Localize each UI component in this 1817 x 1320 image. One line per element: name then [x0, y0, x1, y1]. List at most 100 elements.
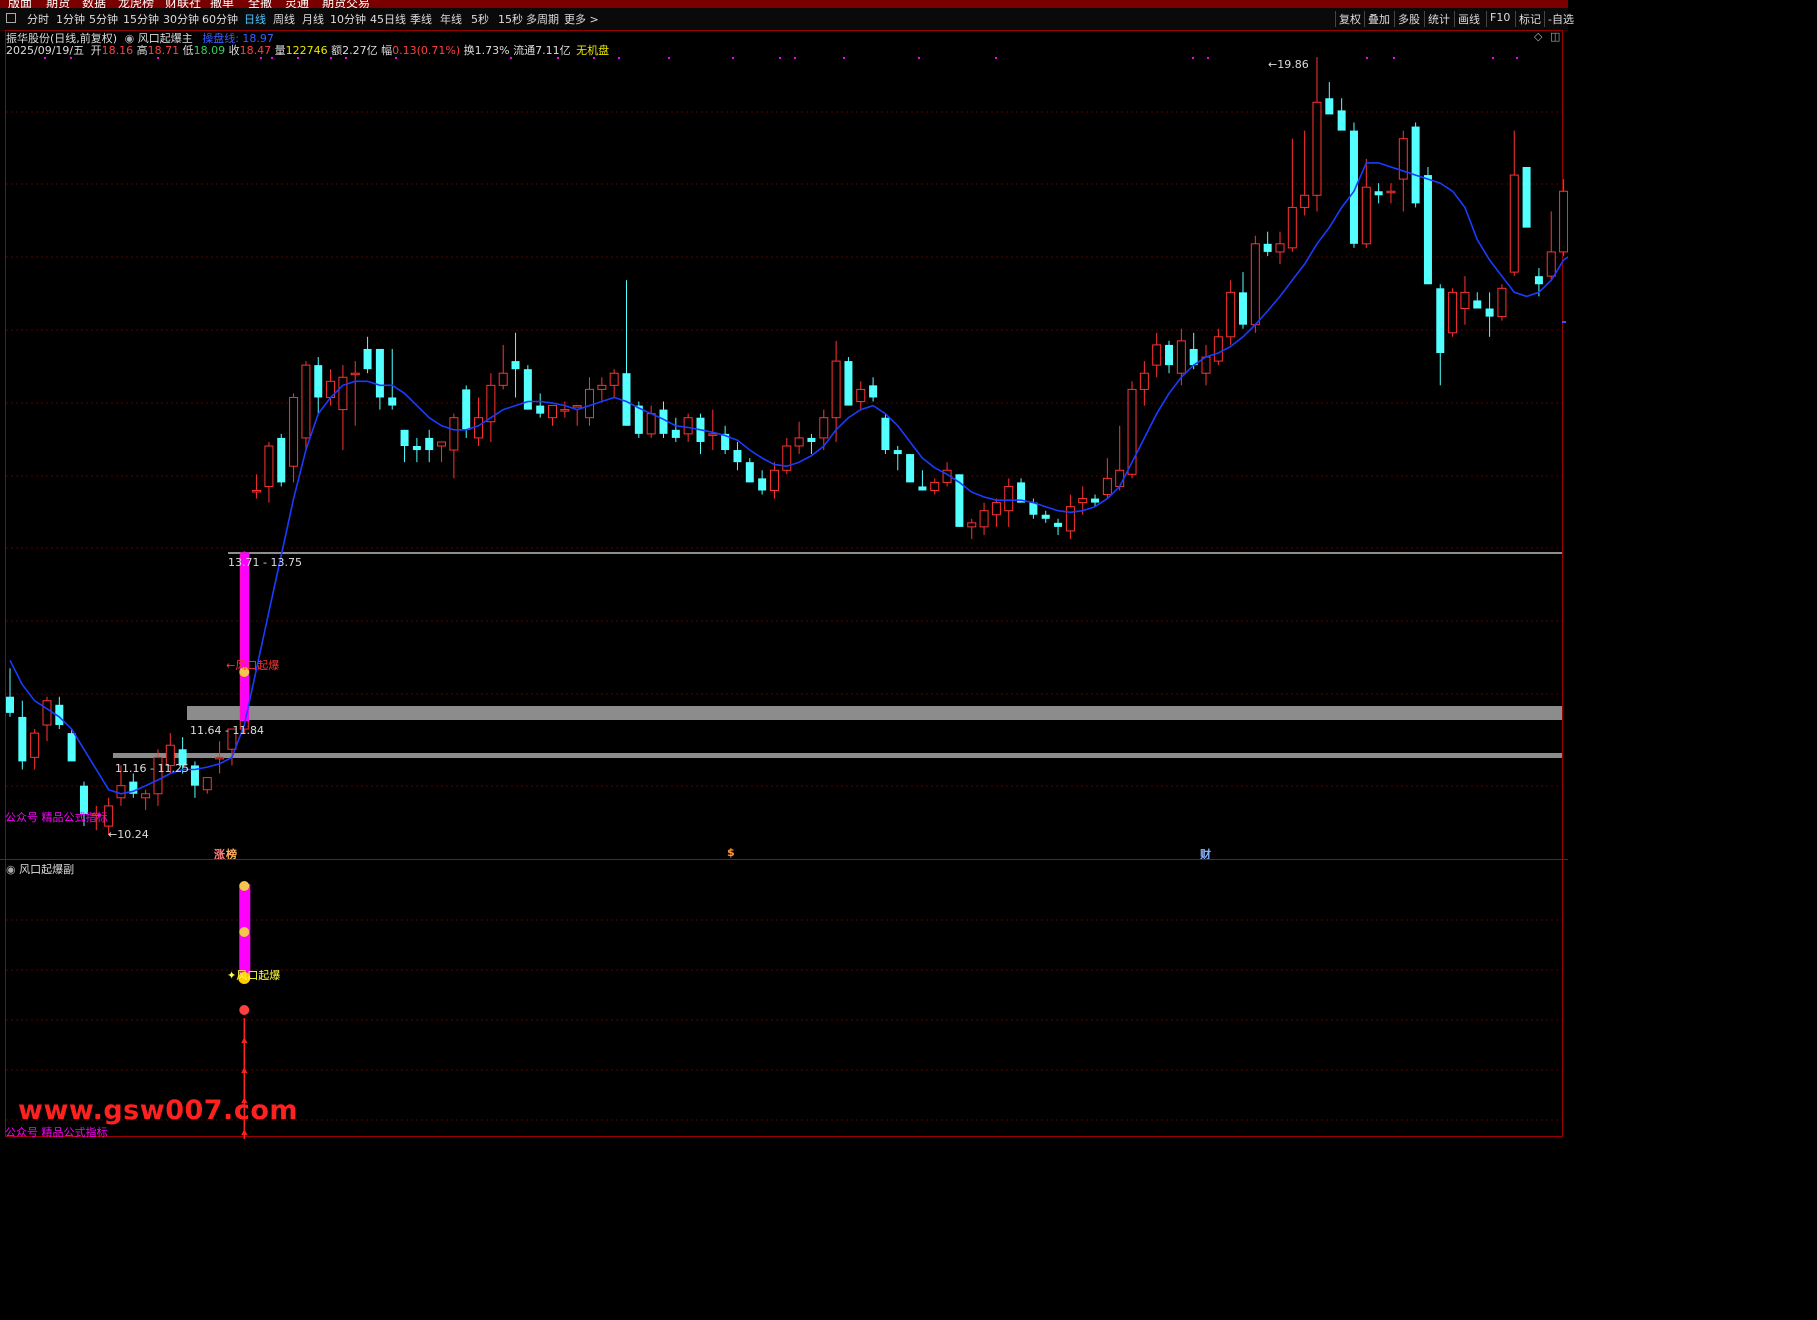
turnover-value: 1.73% [474, 44, 510, 57]
candle-body [597, 384, 607, 390]
candle-body [1473, 300, 1482, 309]
collapse-icon[interactable]: ◇ [1534, 30, 1542, 43]
candle-body [511, 361, 520, 370]
candle-body [202, 777, 212, 791]
settings-icon[interactable]: ◉ [6, 863, 16, 876]
candle-body [893, 450, 902, 455]
signal-label-sub: ✦风口起爆 [227, 967, 280, 983]
profit-status: 无机盘 [576, 44, 610, 57]
high-marker: ←19.86 [1268, 58, 1309, 71]
candle-body [844, 361, 853, 406]
candle-body [1386, 190, 1396, 194]
up-triangle-icon [241, 1129, 248, 1135]
zone-low-label: 11.16 - 11.25 [115, 762, 189, 775]
signal-label-main: ←风口起爆 [226, 657, 279, 673]
candle-body [1054, 522, 1063, 527]
candle-body [1423, 175, 1432, 285]
candle-body [1522, 166, 1531, 228]
candle-body [474, 417, 484, 439]
high-label: 高 [136, 44, 148, 57]
candle-body [1226, 291, 1236, 338]
signal-dot [1393, 57, 1395, 59]
candle-body [350, 372, 360, 376]
zone-top-label: 13.71 - 13.75 [228, 556, 302, 569]
candle-body [819, 417, 829, 439]
candle-body [400, 429, 409, 446]
candle-body [1102, 477, 1112, 496]
candle-body [1312, 101, 1322, 196]
candle-body [437, 441, 447, 447]
low-marker-value: 10.24 [117, 828, 149, 841]
float-label: 流通 [513, 44, 536, 57]
candle-body [1509, 174, 1519, 273]
candle-body [1546, 251, 1556, 277]
high-value: 18.71 [147, 44, 180, 57]
candle-body [622, 373, 631, 426]
candle-body [1065, 506, 1075, 532]
candle-body [1078, 498, 1088, 504]
signal-dot [618, 57, 620, 59]
money-bag-icon [239, 927, 250, 937]
candle-body [979, 510, 989, 528]
candle-body [1263, 243, 1272, 252]
signal-dot [843, 57, 845, 59]
panel-icon[interactable]: ◫ [1550, 30, 1560, 43]
candle-body [314, 365, 323, 398]
candle-body [1559, 190, 1568, 253]
signal-dot [1516, 57, 1518, 59]
candle-body [1398, 138, 1408, 180]
candle-body [1239, 292, 1247, 325]
candle-body [1165, 344, 1174, 366]
candle-body [277, 437, 286, 483]
candle-body [1139, 372, 1149, 390]
candle-body [215, 756, 225, 760]
candle-body [498, 372, 508, 386]
candle-body [745, 462, 754, 483]
candle-body [967, 522, 977, 528]
pane-divider[interactable] [0, 859, 1568, 860]
up-triangle-icon [241, 1037, 248, 1043]
close-value: 18.47 [239, 44, 272, 57]
change-label: 幅 [381, 44, 393, 57]
zone-band-mid [187, 706, 1562, 720]
candle-body [856, 388, 866, 403]
candle-body [758, 478, 767, 491]
candle-body [425, 437, 434, 451]
candle-body [388, 397, 397, 406]
breakout-signal-bar [240, 552, 250, 722]
candle-body [1448, 291, 1458, 334]
open-label: 开 [90, 44, 102, 57]
candle-body [560, 409, 570, 412]
money-bag-icon [239, 881, 250, 891]
candle-body [67, 733, 76, 762]
open-value: 18.16 [101, 44, 134, 57]
candle-body [1411, 126, 1420, 204]
candle-body [1250, 243, 1260, 326]
change-value: 0.13(0.71%) [392, 44, 461, 57]
candle-body [1349, 130, 1358, 244]
volume-value: 122746 [285, 44, 328, 57]
candle-body [412, 446, 421, 451]
left-arrow-icon: ← [1268, 58, 1278, 71]
event-marker-dividend[interactable]: $ [727, 846, 735, 859]
candle-body [1534, 276, 1543, 285]
dot-icon [239, 1005, 250, 1015]
low-value: 18.09 [193, 44, 226, 57]
watermark-sub: 公众号 精品公式指标 [5, 1126, 108, 1139]
signal-text-sub: 风口起爆 [236, 969, 281, 982]
candle-body [18, 716, 27, 762]
candle-body [6, 696, 14, 713]
signal-dot [1366, 57, 1368, 59]
amount-value: 2.27亿 [342, 44, 378, 57]
candle-body [1029, 502, 1038, 515]
zone-band-low [113, 753, 1562, 758]
signal-dot [794, 57, 796, 59]
signal-dot [918, 57, 920, 59]
candle-body [1152, 344, 1162, 366]
signal-dot [779, 57, 781, 59]
sub-pane-title[interactable]: 风口起爆副 [19, 863, 74, 876]
candle-body [42, 700, 52, 726]
candle-body [301, 364, 311, 439]
left-arrow-icon: ← [108, 828, 118, 841]
candle-body [869, 385, 878, 398]
